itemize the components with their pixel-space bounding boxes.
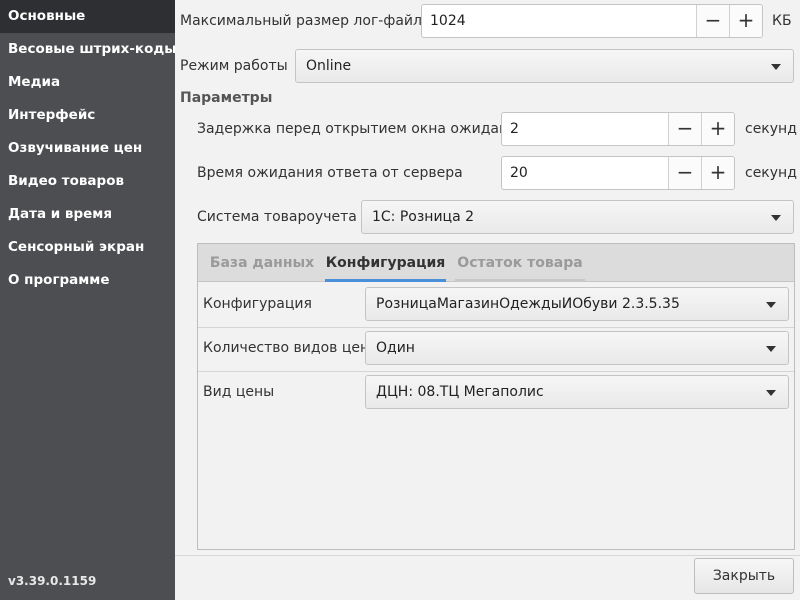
divider [198,327,794,328]
tab-configuration[interactable]: Конфигурация [325,244,446,282]
price-type-combobox[interactable]: ДЦН: 08.ТЦ Мегаполис [365,375,789,409]
chevron-down-icon [766,302,776,308]
price-type-value: ДЦН: 08.ТЦ Мегаполис [376,384,544,400]
sidebar-item-product-video[interactable]: Видео товаров [0,165,175,198]
tab-stock-label: Остаток товара [457,255,583,271]
wait-delay-spinbox: 2 − + [501,112,735,146]
sidebar-item-price-voice[interactable]: Озвучивание цен [0,132,175,165]
tab-underline [455,279,585,282]
sidebar-item-media[interactable]: Медиа [0,66,175,99]
mode-combobox[interactable]: Online [295,49,794,83]
server-timeout-value[interactable]: 20 [502,157,668,189]
sidebar-item-about[interactable]: О программе [0,264,175,297]
log-size-label: Максимальный размер лог-файла [180,13,431,29]
footer-divider [175,555,800,556]
active-tab-indicator [325,279,446,282]
params-section-title: Параметры [180,90,273,106]
version-label: v3.39.0.1159 [8,574,97,588]
tab-database-label: База данных [209,255,315,271]
mode-value: Online [306,58,352,74]
tab-bar: База данных Конфигурация Остаток товара [198,244,794,282]
log-size-spinbox: 1024 − + [421,4,763,38]
wait-delay-increment-button[interactable]: + [701,113,734,145]
chevron-down-icon [771,64,781,70]
mode-label: Режим работы [180,58,288,74]
price-types-count-label: Количество видов цен [203,340,370,356]
sidebar-item-basic[interactable]: Основные [0,0,175,33]
server-timeout-label: Время ожидания ответа от сервера [197,165,463,181]
integration-tab-panel: База данных Конфигурация Остаток товара … [197,243,795,550]
wait-delay-value[interactable]: 2 [502,113,668,145]
price-types-count-combobox[interactable]: Один [365,331,789,365]
log-size-decrement-button[interactable]: − [696,5,729,37]
tab-configuration-label: Конфигурация [325,255,446,271]
sidebar-item-date-time[interactable]: Дата и время [0,198,175,231]
configuration-combobox[interactable]: РозницаМагазинОдеждыИОбуви 2.3.5.35 [365,287,789,321]
sidebar-item-interface[interactable]: Интерфейс [0,99,175,132]
price-types-count-value: Один [376,340,415,356]
server-timeout-decrement-button[interactable]: − [668,157,701,189]
wait-delay-label: Задержка перед открытием окна ожидания [197,121,526,137]
log-size-increment-button[interactable]: + [729,5,762,37]
server-timeout-spinbox: 20 − + [501,156,735,190]
sidebar: Основные Весовые штрих-коды Медиа Интерф… [0,0,176,600]
log-size-value[interactable]: 1024 [422,5,696,37]
tab-database[interactable]: База данных [208,244,316,282]
accounting-system-value: 1С: Розница 2 [372,209,475,225]
configuration-label: Конфигурация [203,296,312,312]
chevron-down-icon [766,346,776,352]
main-panel: Максимальный размер лог-файла 1024 − + К… [175,0,800,600]
log-size-unit: КБ [772,13,792,29]
server-timeout-increment-button[interactable]: + [701,157,734,189]
divider [198,371,794,372]
server-timeout-unit: секунд [745,165,797,181]
chevron-down-icon [766,390,776,396]
chevron-down-icon [771,215,781,221]
wait-delay-decrement-button[interactable]: − [668,113,701,145]
configuration-value: РозницаМагазинОдеждыИОбуви 2.3.5.35 [376,296,680,312]
wait-delay-unit: секунд [745,121,797,137]
price-type-label: Вид цены [203,384,275,400]
close-button[interactable]: Закрыть [694,558,794,594]
accounting-system-combobox[interactable]: 1С: Розница 2 [361,200,794,234]
sidebar-item-weight-barcodes[interactable]: Весовые штрих-коды [0,33,176,66]
tab-stock[interactable]: Остаток товара [455,244,585,282]
accounting-system-label: Система товароучета [197,209,357,225]
sidebar-item-touchscreen[interactable]: Сенсорный экран [0,231,175,264]
